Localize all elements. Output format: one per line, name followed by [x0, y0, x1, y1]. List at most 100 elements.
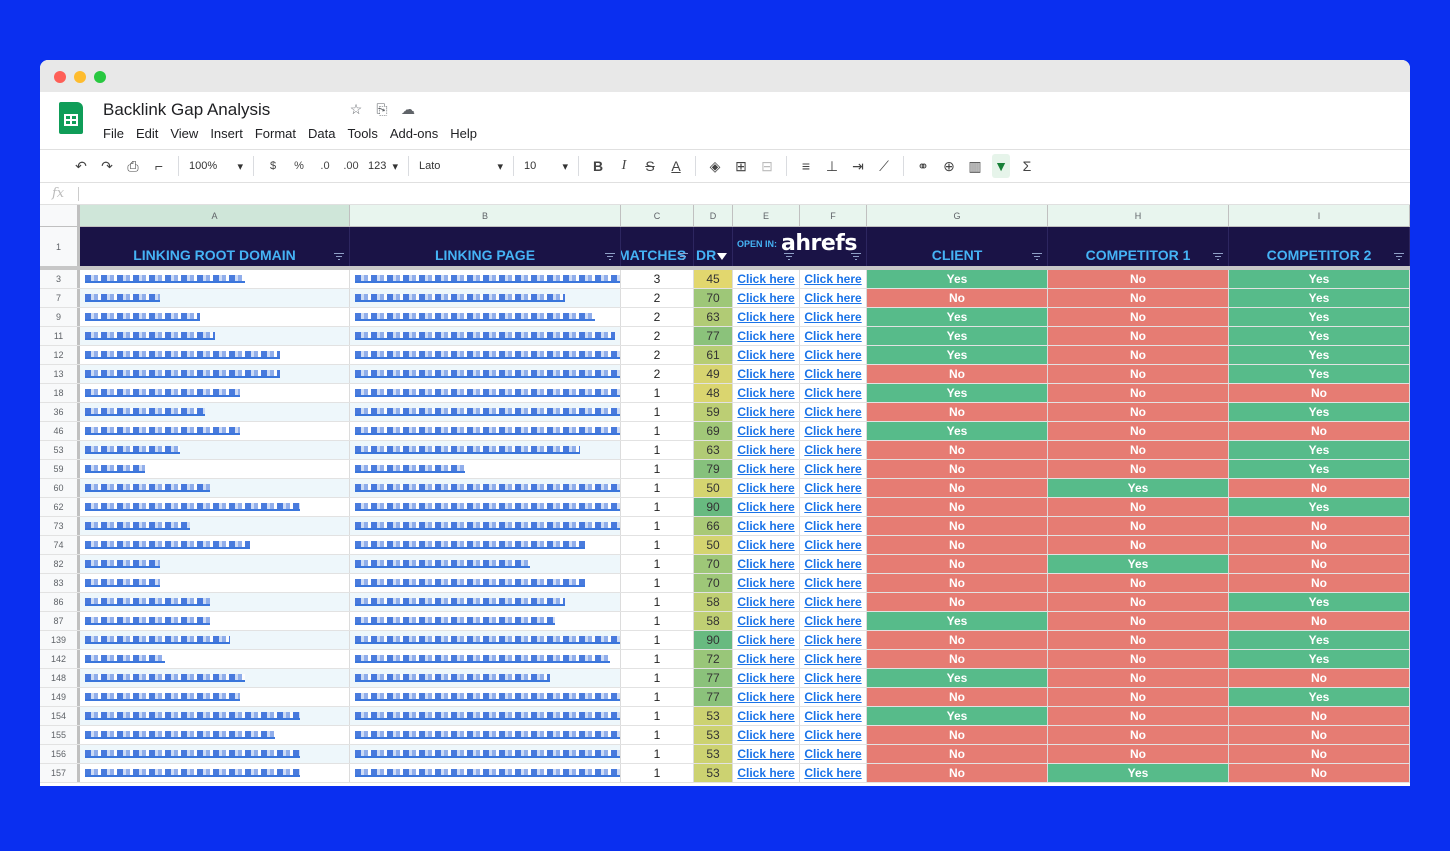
cell-matches[interactable]: 1	[621, 669, 694, 687]
cell-open-ahrefs-2[interactable]: Click here	[800, 460, 867, 478]
cell-linking-page[interactable]	[350, 574, 621, 592]
cell-linking-page[interactable]	[350, 441, 621, 459]
click-here-link[interactable]: Click here	[804, 728, 861, 742]
merge-cells-icon[interactable]: ⊟	[758, 154, 776, 178]
column-header-f[interactable]: F	[800, 205, 867, 226]
cell-client[interactable]: No	[867, 517, 1048, 535]
filter-icon[interactable]	[605, 253, 615, 260]
cell-competitor-1[interactable]: No	[1048, 612, 1229, 630]
cell-competitor-1[interactable]: Yes	[1048, 764, 1229, 782]
cell-linking-page[interactable]	[350, 764, 621, 782]
cell-dr[interactable]: 59	[694, 403, 733, 421]
cell-competitor-2[interactable]: Yes	[1229, 289, 1410, 307]
cell-linking-root-domain[interactable]	[80, 365, 350, 383]
cell-open-ahrefs-2[interactable]: Click here	[800, 403, 867, 421]
menu-tools[interactable]: Tools	[347, 126, 377, 141]
cell-competitor-1[interactable]: No	[1048, 289, 1229, 307]
cell-open-ahrefs-1[interactable]: Click here	[733, 745, 800, 763]
cell-open-ahrefs-2[interactable]: Click here	[800, 365, 867, 383]
cell-open-ahrefs-1[interactable]: Click here	[733, 270, 800, 288]
cell-linking-root-domain[interactable]	[80, 593, 350, 611]
cell-competitor-1[interactable]: No	[1048, 270, 1229, 288]
cell-competitor-1[interactable]: No	[1048, 308, 1229, 326]
row-number[interactable]: 46	[40, 422, 80, 440]
row-number[interactable]: 36	[40, 403, 80, 421]
cell-competitor-2[interactable]: Yes	[1229, 365, 1410, 383]
cell-competitor-1[interactable]: No	[1048, 688, 1229, 706]
star-icon[interactable]: ☆	[348, 101, 364, 118]
row-number[interactable]: 82	[40, 555, 80, 573]
filter-icon[interactable]	[334, 253, 344, 260]
cell-matches[interactable]: 1	[621, 726, 694, 744]
cell-matches[interactable]: 1	[621, 555, 694, 573]
font-select[interactable]: Lato ▾	[419, 154, 503, 178]
cell-client[interactable]: Yes	[867, 270, 1048, 288]
vertical-align-icon[interactable]: ⊥	[823, 154, 841, 178]
cell-competitor-2[interactable]: No	[1229, 422, 1410, 440]
cell-client[interactable]: Yes	[867, 612, 1048, 630]
cell-open-ahrefs-2[interactable]: Click here	[800, 346, 867, 364]
cell-open-ahrefs-2[interactable]: Click here	[800, 745, 867, 763]
cell-competitor-1[interactable]: No	[1048, 650, 1229, 668]
undo-icon[interactable]: ↶	[72, 154, 90, 178]
cell-competitor-2[interactable]: Yes	[1229, 631, 1410, 649]
cell-client[interactable]: Yes	[867, 327, 1048, 345]
cell-linking-root-domain[interactable]	[80, 289, 350, 307]
row-number[interactable]: 1	[40, 227, 80, 266]
text-rotation-icon[interactable]: ⟋	[875, 154, 893, 178]
cell-open-ahrefs-1[interactable]: Click here	[733, 536, 800, 554]
cell-linking-page[interactable]	[350, 593, 621, 611]
cell-linking-page[interactable]	[350, 555, 621, 573]
click-here-link[interactable]: Click here	[737, 728, 794, 742]
click-here-link[interactable]: Click here	[804, 348, 861, 362]
click-here-link[interactable]: Click here	[804, 329, 861, 343]
row-number[interactable]: 156	[40, 745, 80, 763]
cell-competitor-1[interactable]: No	[1048, 384, 1229, 402]
click-here-link[interactable]: Click here	[737, 481, 794, 495]
cell-linking-root-domain[interactable]	[80, 384, 350, 402]
cell-linking-page[interactable]	[350, 669, 621, 687]
click-here-link[interactable]: Click here	[737, 557, 794, 571]
cell-open-ahrefs-2[interactable]: Click here	[800, 498, 867, 516]
cell-open-ahrefs-1[interactable]: Click here	[733, 365, 800, 383]
cell-client[interactable]: No	[867, 289, 1048, 307]
menu-help[interactable]: Help	[450, 126, 477, 141]
cell-competitor-2[interactable]: Yes	[1229, 346, 1410, 364]
cell-matches[interactable]: 1	[621, 498, 694, 516]
cell-matches[interactable]: 1	[621, 631, 694, 649]
row-number[interactable]: 86	[40, 593, 80, 611]
click-here-link[interactable]: Click here	[804, 595, 861, 609]
formula-bar[interactable]: fx	[40, 183, 1410, 205]
row-number[interactable]: 74	[40, 536, 80, 554]
cell-matches[interactable]: 1	[621, 745, 694, 763]
cell-client[interactable]: No	[867, 498, 1048, 516]
menu-format[interactable]: Format	[255, 126, 296, 141]
text-wrap-icon[interactable]: ⇥	[849, 154, 867, 178]
click-here-link[interactable]: Click here	[737, 614, 794, 628]
cell-competitor-2[interactable]: Yes	[1229, 593, 1410, 611]
cell-open-ahrefs-1[interactable]: Click here	[733, 460, 800, 478]
cell-competitor-2[interactable]: No	[1229, 536, 1410, 554]
cell-linking-page[interactable]	[350, 289, 621, 307]
click-here-link[interactable]: Click here	[737, 709, 794, 723]
row-number[interactable]: 60	[40, 479, 80, 497]
cell-matches[interactable]: 2	[621, 289, 694, 307]
column-header-g[interactable]: G	[867, 205, 1048, 226]
row-number[interactable]: 12	[40, 346, 80, 364]
cell-competitor-1[interactable]: No	[1048, 631, 1229, 649]
cell-competitor-1[interactable]: Yes	[1048, 555, 1229, 573]
sheets-logo-icon[interactable]	[59, 102, 83, 134]
row-number[interactable]: 157	[40, 764, 80, 782]
cell-open-ahrefs-1[interactable]: Click here	[733, 403, 800, 421]
cell-open-ahrefs-2[interactable]: Click here	[800, 327, 867, 345]
cell-open-ahrefs-1[interactable]: Click here	[733, 498, 800, 516]
cell-linking-root-domain[interactable]	[80, 517, 350, 535]
cell-dr[interactable]: 50	[694, 536, 733, 554]
cell-open-ahrefs-2[interactable]: Click here	[800, 631, 867, 649]
cell-open-ahrefs-1[interactable]: Click here	[733, 688, 800, 706]
cell-competitor-1[interactable]: No	[1048, 422, 1229, 440]
click-here-link[interactable]: Click here	[804, 291, 861, 305]
cell-matches[interactable]: 1	[621, 707, 694, 725]
click-here-link[interactable]: Click here	[804, 671, 861, 685]
click-here-link[interactable]: Click here	[737, 386, 794, 400]
